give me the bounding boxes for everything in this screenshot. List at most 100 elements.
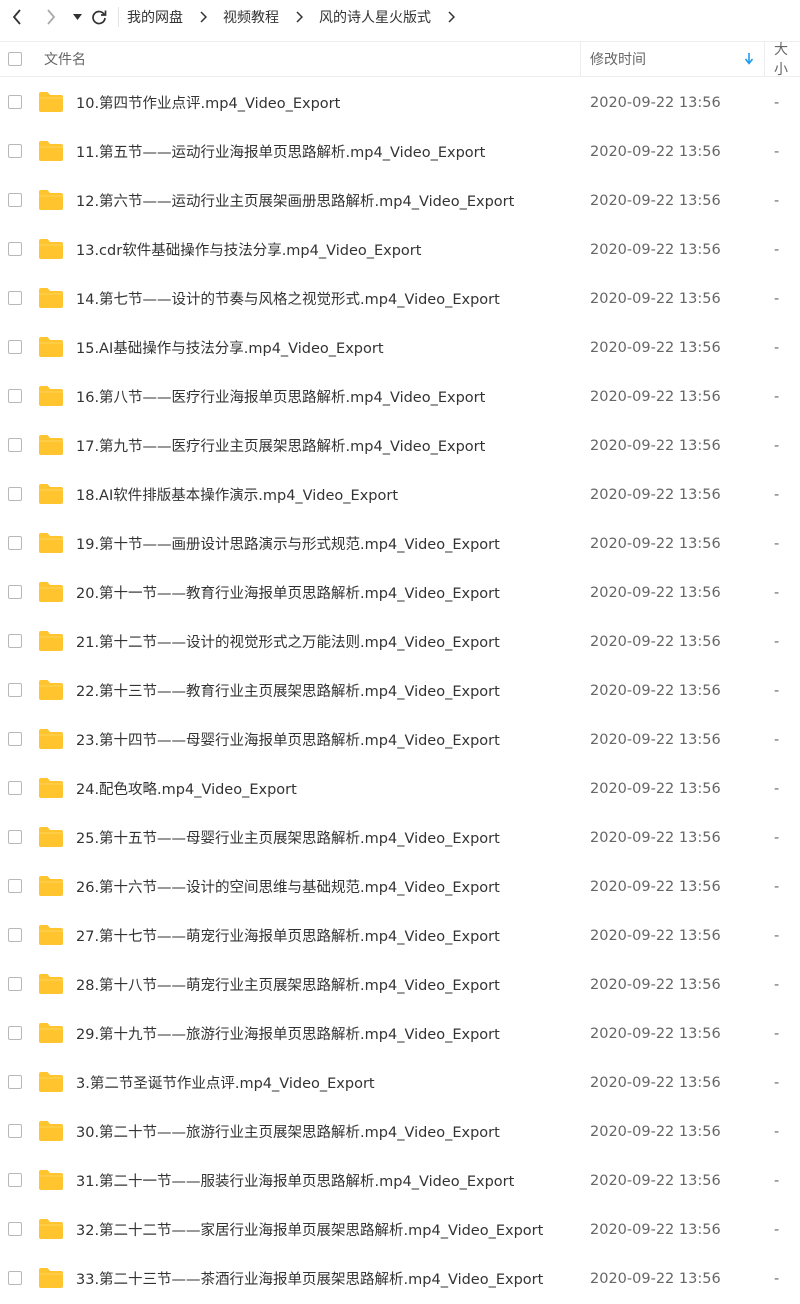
file-row[interactable]: 3.第二节圣诞节作业点评.mp4_Video_Export 2020-09-22 …: [0, 1058, 800, 1107]
row-checkbox[interactable]: [8, 634, 22, 648]
row-checkbox[interactable]: [8, 1173, 22, 1187]
file-row[interactable]: 24.配色攻略.mp4_Video_Export 2020-09-22 13:56…: [0, 764, 800, 813]
file-name[interactable]: 15.AI基础操作与技法分享.mp4_Video_Export: [76, 323, 384, 372]
row-checkbox[interactable]: [8, 1124, 22, 1138]
file-name[interactable]: 3.第二节圣诞节作业点评.mp4_Video_Export: [76, 1058, 375, 1107]
row-checkbox[interactable]: [8, 781, 22, 795]
row-checkbox[interactable]: [8, 732, 22, 746]
file-modified-time: 2020-09-22 13:56: [590, 780, 721, 797]
file-row[interactable]: 20.第十一节——教育行业海报单页思路解析.mp4_Video_Export 20…: [0, 568, 800, 617]
file-name[interactable]: 16.第八节——医疗行业海报单页思路解析.mp4_Video_Export: [76, 372, 485, 421]
row-checkbox[interactable]: [8, 830, 22, 844]
row-checkbox[interactable]: [8, 193, 22, 207]
file-row[interactable]: 29.第十九节——旅游行业海报单页思路解析.mp4_Video_Export 20…: [0, 1009, 800, 1058]
breadcrumb-item-video-tutorials[interactable]: 视频教程: [223, 7, 279, 27]
column-header-modified[interactable]: 修改时间: [590, 42, 646, 76]
file-row[interactable]: 28.第十八节——萌宠行业主页展架思路解析.mp4_Video_Export 20…: [0, 960, 800, 1009]
row-checkbox[interactable]: [8, 879, 22, 893]
file-modified-time: 2020-09-22 13:56: [590, 1221, 721, 1238]
file-row[interactable]: 30.第二十节——旅游行业主页展架思路解析.mp4_Video_Export 20…: [0, 1107, 800, 1156]
file-row[interactable]: 32.第二十二节——家居行业海报单页展架思路解析.mp4_Video_Expor…: [0, 1205, 800, 1254]
file-row[interactable]: 12.第六节——运动行业主页展架画册思路解析.mp4_Video_Export 2…: [0, 176, 800, 225]
chevron-right-icon[interactable]: [431, 10, 471, 23]
select-all-checkbox[interactable]: [8, 52, 22, 66]
file-name[interactable]: 30.第二十节——旅游行业主页展架思路解析.mp4_Video_Export: [76, 1107, 500, 1156]
file-row[interactable]: 15.AI基础操作与技法分享.mp4_Video_Export 2020-09-2…: [0, 323, 800, 372]
file-name[interactable]: 28.第十八节——萌宠行业主页展架思路解析.mp4_Video_Export: [76, 960, 500, 1009]
column-divider[interactable]: [580, 42, 581, 76]
folder-icon: [38, 679, 64, 705]
file-name[interactable]: 32.第二十二节——家居行业海报单页展架思路解析.mp4_Video_Expor…: [76, 1205, 543, 1254]
file-row[interactable]: 10.第四节作业点评.mp4_Video_Export 2020-09-22 13…: [0, 78, 800, 127]
refresh-icon[interactable]: [86, 0, 112, 33]
file-row[interactable]: 19.第十节——画册设计思路演示与形式规范.mp4_Video_Export 20…: [0, 519, 800, 568]
row-checkbox[interactable]: [8, 487, 22, 501]
file-modified-time: 2020-09-22 13:56: [590, 535, 721, 552]
file-name[interactable]: 21.第十二节——设计的视觉形式之万能法则.mp4_Video_Export: [76, 617, 500, 666]
file-name[interactable]: 22.第十三节——教育行业主页展架思路解析.mp4_Video_Export: [76, 666, 500, 715]
chevron-right-icon[interactable]: [34, 0, 68, 33]
file-name[interactable]: 13.cdr软件基础操作与技法分享.mp4_Video_Export: [76, 225, 421, 274]
folder-icon: [38, 1267, 64, 1293]
row-checkbox[interactable]: [8, 1271, 22, 1285]
file-name[interactable]: 14.第七节——设计的节奏与风格之视觉形式.mp4_Video_Export: [76, 274, 500, 323]
row-checkbox[interactable]: [8, 585, 22, 599]
file-row[interactable]: 21.第十二节——设计的视觉形式之万能法则.mp4_Video_Export 20…: [0, 617, 800, 666]
row-checkbox[interactable]: [8, 340, 22, 354]
arrow-down-icon[interactable]: [744, 42, 754, 76]
file-name[interactable]: 11.第五节——运动行业海报单页思路解析.mp4_Video_Export: [76, 127, 485, 176]
row-checkbox[interactable]: [8, 977, 22, 991]
file-name[interactable]: 27.第十七节——萌宠行业海报单页思路解析.mp4_Video_Export: [76, 911, 500, 960]
file-row[interactable]: 18.AI软件排版基本操作演示.mp4_Video_Export 2020-09-…: [0, 470, 800, 519]
breadcrumb-item-my-drive[interactable]: 我的网盘: [127, 7, 183, 27]
row-checkbox[interactable]: [8, 683, 22, 697]
row-checkbox[interactable]: [8, 144, 22, 158]
row-checkbox[interactable]: [8, 95, 22, 109]
file-row[interactable]: 25.第十五节——母婴行业主页展架思路解析.mp4_Video_Export 20…: [0, 813, 800, 862]
column-header-size[interactable]: 大小: [774, 42, 800, 78]
row-checkbox[interactable]: [8, 389, 22, 403]
file-row[interactable]: 31.第二十一节——服装行业海报单页思路解析.mp4_Video_Export 2…: [0, 1156, 800, 1205]
row-checkbox[interactable]: [8, 1026, 22, 1040]
row-checkbox[interactable]: [8, 438, 22, 452]
row-checkbox[interactable]: [8, 536, 22, 550]
row-checkbox[interactable]: [8, 1222, 22, 1236]
file-name[interactable]: 26.第十六节——设计的空间思维与基础规范.mp4_Video_Export: [76, 862, 500, 911]
file-row[interactable]: 26.第十六节——设计的空间思维与基础规范.mp4_Video_Export 20…: [0, 862, 800, 911]
column-header-name[interactable]: 文件名: [44, 42, 86, 76]
file-size: -: [774, 1172, 780, 1189]
file-name[interactable]: 31.第二十一节——服装行业海报单页思路解析.mp4_Video_Export: [76, 1156, 514, 1205]
file-name[interactable]: 23.第十四节——母婴行业海报单页思路解析.mp4_Video_Export: [76, 715, 500, 764]
file-name[interactable]: 25.第十五节——母婴行业主页展架思路解析.mp4_Video_Export: [76, 813, 500, 862]
file-row[interactable]: 16.第八节——医疗行业海报单页思路解析.mp4_Video_Export 202…: [0, 372, 800, 421]
file-row[interactable]: 23.第十四节——母婴行业海报单页思路解析.mp4_Video_Export 20…: [0, 715, 800, 764]
file-name[interactable]: 24.配色攻略.mp4_Video_Export: [76, 764, 297, 813]
file-row[interactable]: 11.第五节——运动行业海报单页思路解析.mp4_Video_Export 202…: [0, 127, 800, 176]
caret-down-icon[interactable]: [68, 0, 86, 33]
file-name[interactable]: 29.第十九节——旅游行业海报单页思路解析.mp4_Video_Export: [76, 1009, 500, 1058]
file-name[interactable]: 33.第二十三节——茶酒行业海报单页展架思路解析.mp4_Video_Expor…: [76, 1254, 543, 1303]
row-checkbox[interactable]: [8, 928, 22, 942]
file-size: -: [774, 143, 780, 160]
file-row[interactable]: 17.第九节——医疗行业主页展架思路解析.mp4_Video_Export 202…: [0, 421, 800, 470]
file-row[interactable]: 13.cdr软件基础操作与技法分享.mp4_Video_Export 2020-0…: [0, 225, 800, 274]
file-size: -: [774, 633, 780, 650]
file-row[interactable]: 27.第十七节——萌宠行业海报单页思路解析.mp4_Video_Export 20…: [0, 911, 800, 960]
row-checkbox[interactable]: [8, 1075, 22, 1089]
file-size: -: [774, 976, 780, 993]
file-name[interactable]: 19.第十节——画册设计思路演示与形式规范.mp4_Video_Export: [76, 519, 500, 568]
file-row[interactable]: 14.第七节——设计的节奏与风格之视觉形式.mp4_Video_Export 20…: [0, 274, 800, 323]
file-row[interactable]: 22.第十三节——教育行业主页展架思路解析.mp4_Video_Export 20…: [0, 666, 800, 715]
chevron-left-icon[interactable]: [0, 0, 34, 33]
file-name[interactable]: 20.第十一节——教育行业海报单页思路解析.mp4_Video_Export: [76, 568, 500, 617]
column-divider[interactable]: [764, 42, 765, 76]
file-name[interactable]: 10.第四节作业点评.mp4_Video_Export: [76, 78, 340, 127]
file-size: -: [774, 1074, 780, 1091]
file-row[interactable]: 33.第二十三节——茶酒行业海报单页展架思路解析.mp4_Video_Expor…: [0, 1254, 800, 1303]
row-checkbox[interactable]: [8, 291, 22, 305]
file-name[interactable]: 18.AI软件排版基本操作演示.mp4_Video_Export: [76, 470, 398, 519]
row-checkbox[interactable]: [8, 242, 22, 256]
file-name[interactable]: 12.第六节——运动行业主页展架画册思路解析.mp4_Video_Export: [76, 176, 514, 225]
file-name[interactable]: 17.第九节——医疗行业主页展架思路解析.mp4_Video_Export: [76, 421, 485, 470]
breadcrumb-item-current-folder[interactable]: 风的诗人星火版式: [319, 7, 431, 27]
